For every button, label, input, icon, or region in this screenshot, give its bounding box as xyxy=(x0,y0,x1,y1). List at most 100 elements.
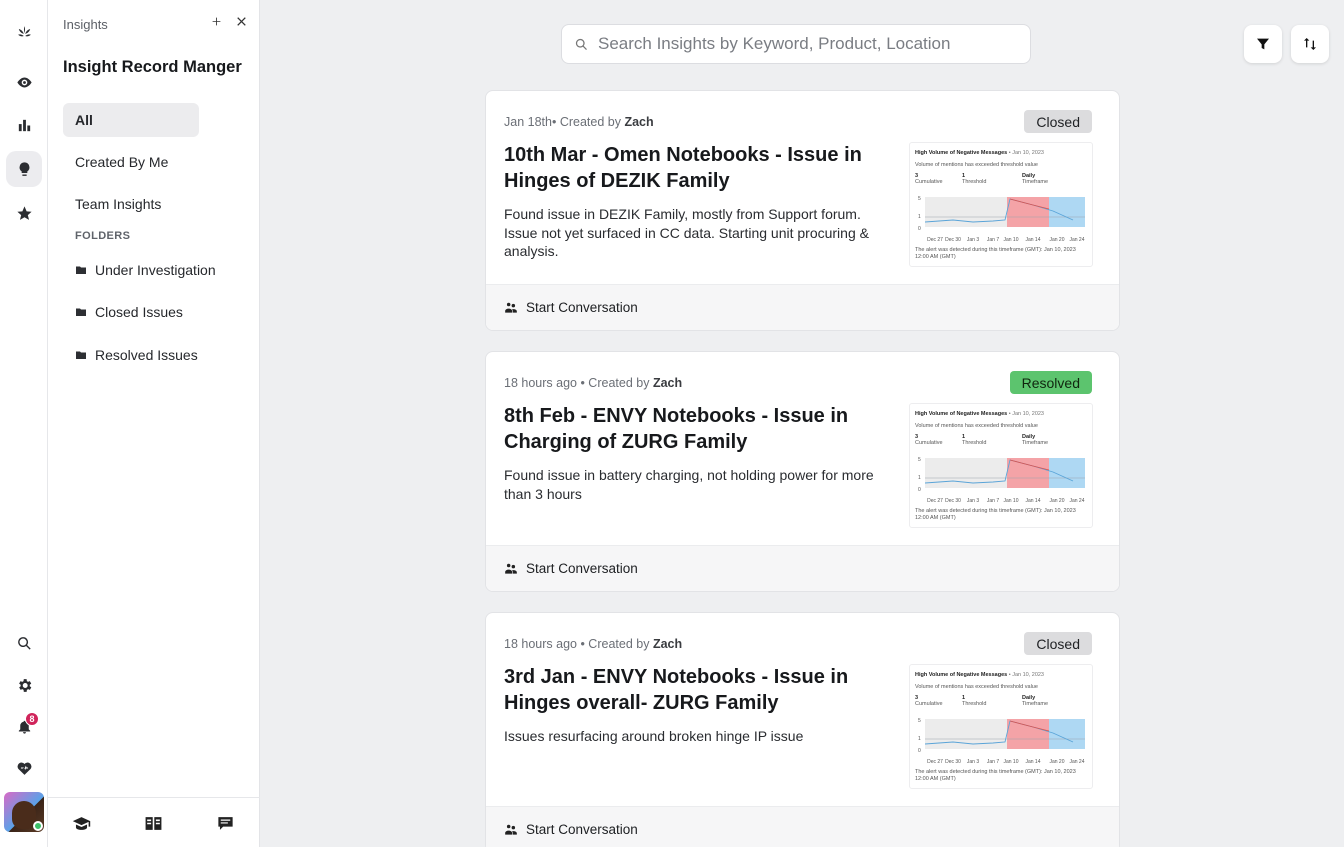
mini-chart-plot: 5 1 0 Dec 27 Dec 30 Jan 3 Jan 7 Jan 10 Jan 14… xyxy=(918,196,1085,243)
mini-chart-before-region xyxy=(925,719,1007,749)
mini-chart-alert-region xyxy=(1007,197,1049,227)
mini-chart-threshold: 1 Threshold xyxy=(962,695,987,707)
card-author: Zach xyxy=(624,115,654,129)
nav-team-insights[interactable]: Team Insights xyxy=(63,187,199,221)
card-created-by-label: • Created by xyxy=(551,115,625,129)
card-meta: 18 hours ago • Created by Zach xyxy=(504,376,682,390)
mini-chart-subtitle: Volume of mentions has exceeded threshol… xyxy=(915,423,1038,429)
mini-chart-footer: The alert was detected during this timef… xyxy=(915,769,1076,782)
card-title[interactable]: 8th Feb - ENVY Notebooks - Issue in Char… xyxy=(504,403,894,455)
status-badge: Closed xyxy=(1024,110,1092,133)
mini-chart-xtick: Dec 27 xyxy=(927,498,943,504)
mini-chart-xtick: Dec 30 xyxy=(945,759,961,765)
mini-chart-xtick: Jan 24 xyxy=(1069,498,1084,504)
book-open-icon[interactable] xyxy=(141,811,165,835)
star-icon[interactable] xyxy=(6,195,42,231)
mini-chart-xtick: Jan 3 xyxy=(967,237,979,243)
folder-label: Under Investigation xyxy=(95,262,216,278)
mini-chart-xtick: Dec 27 xyxy=(927,237,943,243)
start-conversation-label: Start Conversation xyxy=(526,300,638,315)
lightbulb-icon[interactable] xyxy=(6,151,42,187)
search-bar xyxy=(561,24,1031,64)
mini-chart-xtick: Dec 30 xyxy=(945,237,961,243)
card-created-by-label: • Created by xyxy=(576,637,653,651)
mini-chart-subtitle: Volume of mentions has exceeded threshol… xyxy=(915,162,1038,168)
card-description: Found issue in DEZIK Family, mostly from… xyxy=(504,206,869,259)
mini-chart-ytick: 5 xyxy=(918,718,921,724)
card-title[interactable]: 10th Mar - Omen Notebooks - Issue in Hin… xyxy=(504,142,894,194)
mini-chart-before-region xyxy=(925,458,1007,488)
chat-icon[interactable] xyxy=(213,811,237,835)
nav-all[interactable]: All xyxy=(63,103,199,137)
collapse-icon[interactable] xyxy=(207,12,225,30)
mini-chart-xtick: Jan 10 xyxy=(1003,237,1018,243)
close-icon[interactable] xyxy=(232,12,250,30)
gear-icon[interactable] xyxy=(6,667,42,703)
card-meta: 18 hours ago • Created by Zach xyxy=(504,637,682,651)
graduation-cap-icon[interactable] xyxy=(69,811,93,835)
mini-chart-subtitle: Volume of mentions has exceeded threshol… xyxy=(915,684,1038,690)
folders-heading: FOLDERS xyxy=(75,230,131,242)
mini-chart-xtick: Jan 14 xyxy=(1025,237,1040,243)
folder-under-investigation[interactable]: Under Investigation xyxy=(75,260,216,280)
mini-chart-xtick: Jan 24 xyxy=(1069,237,1084,243)
folder-icon xyxy=(76,351,86,359)
bell-icon[interactable]: 8 xyxy=(6,708,42,744)
card-meta: Jan 18th• Created by Zach xyxy=(504,115,654,129)
folder-label: Resolved Issues xyxy=(95,347,198,363)
icon-rail: 8 xyxy=(0,0,48,847)
card-author: Zach xyxy=(652,637,683,651)
eye-icon[interactable] xyxy=(6,64,42,100)
online-status-indicator xyxy=(33,821,43,831)
mini-chart-threshold: 1 Threshold xyxy=(962,173,987,185)
mini-chart-xtick: Jan 10 xyxy=(1003,498,1018,504)
mini-chart-xtick: Jan 14 xyxy=(1025,498,1040,504)
mini-chart-cumulative: 3 Cumulative xyxy=(915,695,943,707)
mini-chart-threshold: 1 Threshold xyxy=(962,434,987,446)
insight-card[interactable]: Jan 18th• Created by Zach Closed 10th Ma… xyxy=(485,90,1120,331)
mini-chart-title: High Volume of Negative Messages • Jan 1… xyxy=(915,672,1044,678)
mini-chart-xtick: Jan 7 xyxy=(987,759,999,765)
mini-chart-before-region xyxy=(925,197,1007,227)
sort-button[interactable] xyxy=(1291,25,1329,63)
search-icon xyxy=(575,38,587,50)
alert-chart-thumbnail[interactable]: High Volume of Negative Messages • Jan 1… xyxy=(909,664,1093,789)
sort-arrows-icon xyxy=(1304,38,1316,50)
heart-pulse-icon[interactable] xyxy=(6,750,42,786)
mini-chart-title: High Volume of Negative Messages • Jan 1… xyxy=(915,150,1044,156)
card-time: 18 hours ago xyxy=(504,376,577,390)
bar-chart-icon[interactable] xyxy=(6,107,42,143)
folder-icon xyxy=(76,308,86,316)
folder-label: Closed Issues xyxy=(95,304,183,320)
filter-button[interactable] xyxy=(1244,25,1282,63)
insight-card[interactable]: 18 hours ago • Created by Zach Closed 3r… xyxy=(485,612,1120,847)
mini-chart-xtick: Dec 27 xyxy=(927,759,943,765)
insight-card[interactable]: 18 hours ago • Created by Zach Resolved … xyxy=(485,351,1120,592)
mini-chart-title: High Volume of Negative Messages • Jan 1… xyxy=(915,411,1044,417)
nav-created-by-me[interactable]: Created By Me xyxy=(63,145,199,179)
mini-chart-xtick: Jan 3 xyxy=(967,498,979,504)
mini-chart-xtick: Jan 20 xyxy=(1049,759,1064,765)
alert-chart-thumbnail[interactable]: High Volume of Negative Messages • Jan 1… xyxy=(909,403,1093,528)
alert-chart-thumbnail[interactable]: High Volume of Negative Messages • Jan 1… xyxy=(909,142,1093,267)
search-icon[interactable] xyxy=(6,625,42,661)
user-avatar[interactable] xyxy=(4,792,44,832)
mini-chart-ytick: 0 xyxy=(918,748,921,754)
notification-count-badge: 8 xyxy=(25,712,39,726)
card-title[interactable]: 3rd Jan - ENVY Notebooks - Issue in Hing… xyxy=(504,664,894,716)
mini-chart-timeframe: Daily Timeframe xyxy=(1022,434,1049,446)
start-conversation-button[interactable]: Start Conversation xyxy=(486,545,1119,591)
start-conversation-button[interactable]: Start Conversation xyxy=(486,284,1119,330)
mini-chart-ytick: 0 xyxy=(918,487,921,493)
mini-chart-timeframe: Daily Timeframe xyxy=(1022,173,1049,185)
start-conversation-button[interactable]: Start Conversation xyxy=(486,806,1119,847)
insights-panel: Insights Insight Record Manger All Creat… xyxy=(48,0,260,847)
mini-chart-ytick: 0 xyxy=(918,226,921,232)
folder-resolved-issues[interactable]: Resolved Issues xyxy=(75,345,198,365)
mini-chart-ytick: 1 xyxy=(918,736,921,742)
logo-icon[interactable] xyxy=(6,14,42,50)
mini-chart-xtick: Jan 20 xyxy=(1049,237,1064,243)
mini-chart-alert-region xyxy=(1007,719,1049,749)
search-input[interactable] xyxy=(598,34,1018,54)
folder-closed-issues[interactable]: Closed Issues xyxy=(75,302,183,322)
